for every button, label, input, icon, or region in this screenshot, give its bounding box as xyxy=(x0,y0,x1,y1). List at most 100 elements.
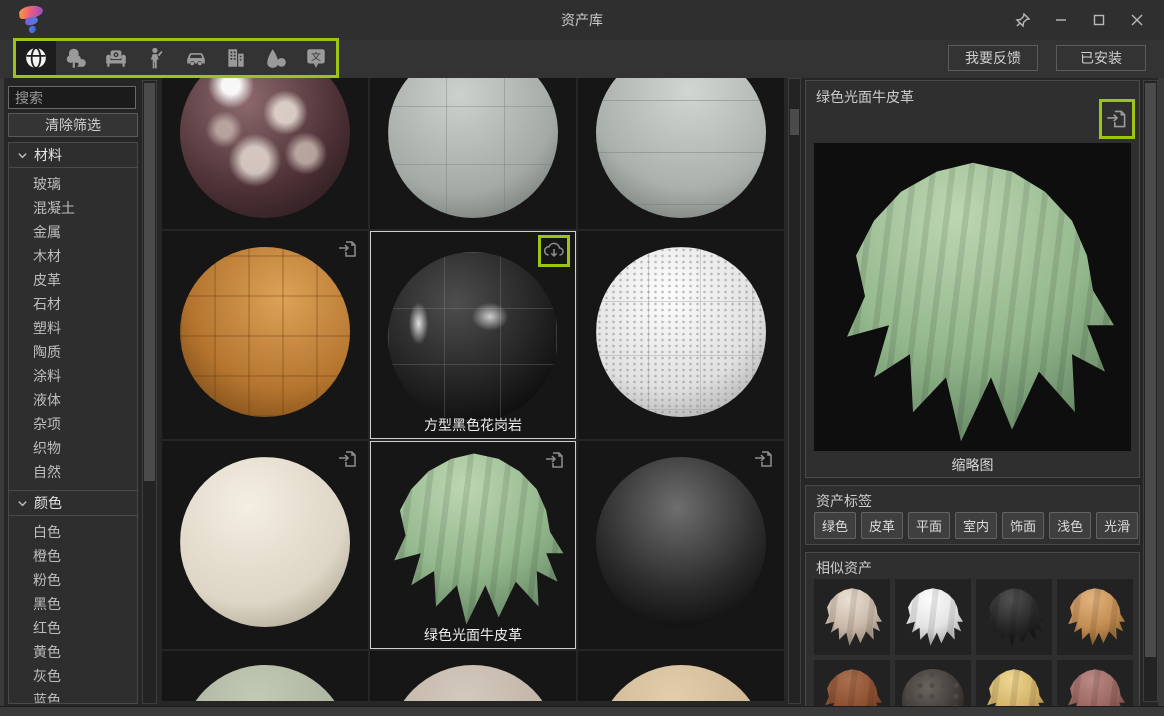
materials-sphere-icon xyxy=(24,46,48,70)
thumbnail-label: 缩略图 xyxy=(806,455,1139,475)
tag-leather[interactable]: 皮革 xyxy=(861,512,903,539)
material-tile-green-leather[interactable]: 绿色光面牛皮革 xyxy=(370,441,576,649)
sidebar-item-plastic[interactable]: 塑料 xyxy=(9,316,137,340)
filter-panel: 材料 玻璃 混凝土 金属 木材 皮革 石材 塑料 陶质 涂料 液体 杂项 织物 … xyxy=(8,142,138,704)
characters-person-icon xyxy=(144,46,168,70)
section-colors[interactable]: 颜色 xyxy=(9,491,137,516)
material-tile-concrete-2[interactable] xyxy=(578,78,784,229)
svg-text:文: 文 xyxy=(311,50,321,63)
similar-asset-white-cloth[interactable] xyxy=(895,579,971,655)
chevron-down-icon xyxy=(17,498,28,509)
feedback-button[interactable]: 我要反馈 xyxy=(948,45,1038,71)
tag-finish[interactable]: 饰面 xyxy=(1002,512,1044,539)
titlebar: 资产库 xyxy=(0,0,1164,40)
tab-furniture[interactable] xyxy=(96,41,136,75)
grid-scrollbar[interactable] xyxy=(788,78,801,704)
search-input[interactable] xyxy=(8,86,136,109)
sidebar-item-glass[interactable]: 玻璃 xyxy=(9,172,137,196)
material-tile-wood[interactable] xyxy=(162,231,368,439)
tag-smooth[interactable]: 光滑 xyxy=(1096,512,1138,539)
window-frame-bottom xyxy=(0,706,1164,716)
similar-asset-camel-cloth[interactable] xyxy=(1057,579,1133,655)
category-toolbar: 文 我要反馈 已安装 xyxy=(0,40,1164,78)
tab-decals[interactable] xyxy=(256,41,296,75)
filter-sidebar: 清除筛选 材料 玻璃 混凝土 金属 木材 皮革 石材 塑料 陶质 涂料 液体 杂… xyxy=(6,80,140,706)
category-group-highlight: 文 xyxy=(13,38,339,78)
material-tile-perforated[interactable] xyxy=(578,231,784,439)
tags-title: 资产标签 xyxy=(816,491,872,511)
similar-asset-mauve-cloth[interactable] xyxy=(1057,660,1133,706)
detail-scrollbar[interactable] xyxy=(1143,80,1158,702)
pin-icon[interactable] xyxy=(1004,5,1042,35)
sidebar-item-nature[interactable]: 自然 xyxy=(9,460,137,484)
chevron-down-icon xyxy=(17,150,28,161)
similar-asset-beige-cloth[interactable] xyxy=(814,579,890,655)
sidebar-item-blue[interactable]: 蓝色 xyxy=(9,688,137,704)
tab-materials[interactable] xyxy=(16,41,56,75)
sidebar-item-liquid[interactable]: 液体 xyxy=(9,388,137,412)
tab-characters[interactable] xyxy=(136,41,176,75)
buildings-icon xyxy=(224,46,248,70)
sidebar-item-ceramic[interactable]: 陶质 xyxy=(9,340,137,364)
tag-green[interactable]: 绿色 xyxy=(814,512,856,539)
sidebar-item-wood[interactable]: 木材 xyxy=(9,244,137,268)
export-icon[interactable] xyxy=(1099,99,1135,139)
sidebar-item-black[interactable]: 黑色 xyxy=(9,592,137,616)
sidebar-item-metal[interactable]: 金属 xyxy=(9,220,137,244)
sidebar-item-yellow[interactable]: 黄色 xyxy=(9,640,137,664)
sidebar-item-paint[interactable]: 涂料 xyxy=(9,364,137,388)
asset-preview xyxy=(814,143,1131,451)
maximize-icon[interactable] xyxy=(1080,5,1118,35)
export-icon[interactable] xyxy=(542,447,568,473)
sidebar-item-leather[interactable]: 皮革 xyxy=(9,268,137,292)
material-tile-beige[interactable] xyxy=(370,651,576,701)
window-title: 资产库 xyxy=(0,0,1164,40)
window-frame-right xyxy=(1158,78,1164,706)
signs-icon: 文 xyxy=(304,46,328,70)
tab-buildings[interactable] xyxy=(216,41,256,75)
similar-asset-brown-cloth[interactable] xyxy=(814,660,890,706)
sidebar-item-fabric[interactable]: 织物 xyxy=(9,436,137,460)
similar-asset-gold-cloth[interactable] xyxy=(976,660,1052,706)
similar-assets-block: 相似资产 xyxy=(805,552,1140,706)
installed-button[interactable]: 已安装 xyxy=(1056,45,1146,71)
vegetation-tree-icon xyxy=(64,46,88,70)
sidebar-item-pink[interactable]: 粉色 xyxy=(9,568,137,592)
minimize-icon[interactable] xyxy=(1042,5,1080,35)
window-frame-left xyxy=(0,78,4,706)
material-tile-sage[interactable] xyxy=(162,651,368,701)
material-tile-concrete[interactable] xyxy=(370,78,576,229)
tab-vehicles[interactable] xyxy=(176,41,216,75)
sidebar-item-red[interactable]: 红色 xyxy=(9,616,137,640)
sidebar-item-gray[interactable]: 灰色 xyxy=(9,664,137,688)
detail-preview-block: 绿色光面牛皮革 缩略图 xyxy=(805,80,1140,478)
similar-asset-studded-sphere[interactable] xyxy=(895,660,971,706)
similar-asset-black-cloth[interactable] xyxy=(976,579,1052,655)
tab-signs[interactable]: 文 xyxy=(296,41,336,75)
sidebar-scrollbar[interactable] xyxy=(142,80,157,704)
tab-vegetation[interactable] xyxy=(56,41,96,75)
sidebar-item-concrete[interactable]: 混凝土 xyxy=(9,196,137,220)
asset-title: 绿色光面牛皮革 xyxy=(816,87,914,107)
download-icon[interactable] xyxy=(538,235,570,267)
sidebar-item-orange[interactable]: 橙色 xyxy=(9,544,137,568)
close-icon[interactable] xyxy=(1118,5,1156,35)
decals-icon xyxy=(264,46,288,70)
material-tile-black-granite[interactable]: 方型黑色花岗岩 xyxy=(370,231,576,439)
material-tile-cream[interactable] xyxy=(162,441,368,649)
export-icon[interactable] xyxy=(335,446,361,472)
material-tile-marble[interactable] xyxy=(162,78,368,229)
sidebar-item-white[interactable]: 白色 xyxy=(9,520,137,544)
section-materials[interactable]: 材料 xyxy=(9,143,137,168)
sidebar-item-stone[interactable]: 石材 xyxy=(9,292,137,316)
sidebar-item-misc[interactable]: 杂项 xyxy=(9,412,137,436)
tag-flat[interactable]: 平面 xyxy=(908,512,950,539)
tag-light[interactable]: 浅色 xyxy=(1049,512,1091,539)
export-icon[interactable] xyxy=(335,236,361,262)
export-icon[interactable] xyxy=(751,446,777,472)
material-tile-black-matte[interactable] xyxy=(578,441,784,649)
asset-library-window: 资产库 xyxy=(0,0,1164,716)
tag-interior[interactable]: 室内 xyxy=(955,512,997,539)
material-tile-tan[interactable] xyxy=(578,651,784,701)
clear-filter-button[interactable]: 清除筛选 xyxy=(8,113,138,137)
